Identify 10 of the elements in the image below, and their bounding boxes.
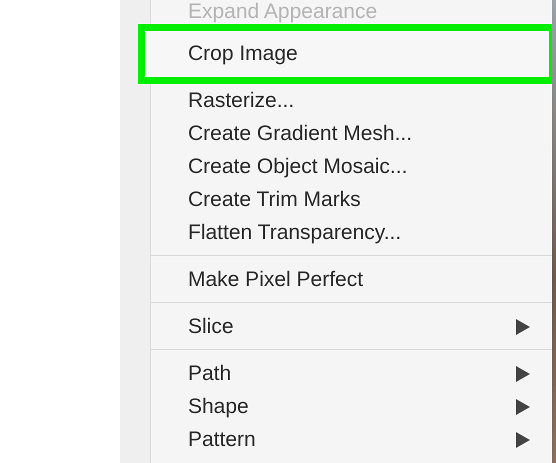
menu-item[interactable]: Slice xyxy=(151,310,552,343)
menu-item[interactable]: Make Pixel Perfect xyxy=(151,263,552,296)
menu-item[interactable]: Pattern xyxy=(151,423,552,456)
menu-item[interactable]: Create Object Mosaic... xyxy=(151,150,552,183)
menu-item[interactable]: Flatten Transparency... xyxy=(151,216,552,249)
menu-item[interactable]: Shape xyxy=(151,390,552,423)
menu-item[interactable]: Create Gradient Mesh... xyxy=(151,117,552,150)
menu-item[interactable]: Create Trim Marks xyxy=(151,183,552,216)
menu-item[interactable]: Path xyxy=(151,357,552,390)
menu-item[interactable]: Rasterize... xyxy=(151,84,552,117)
